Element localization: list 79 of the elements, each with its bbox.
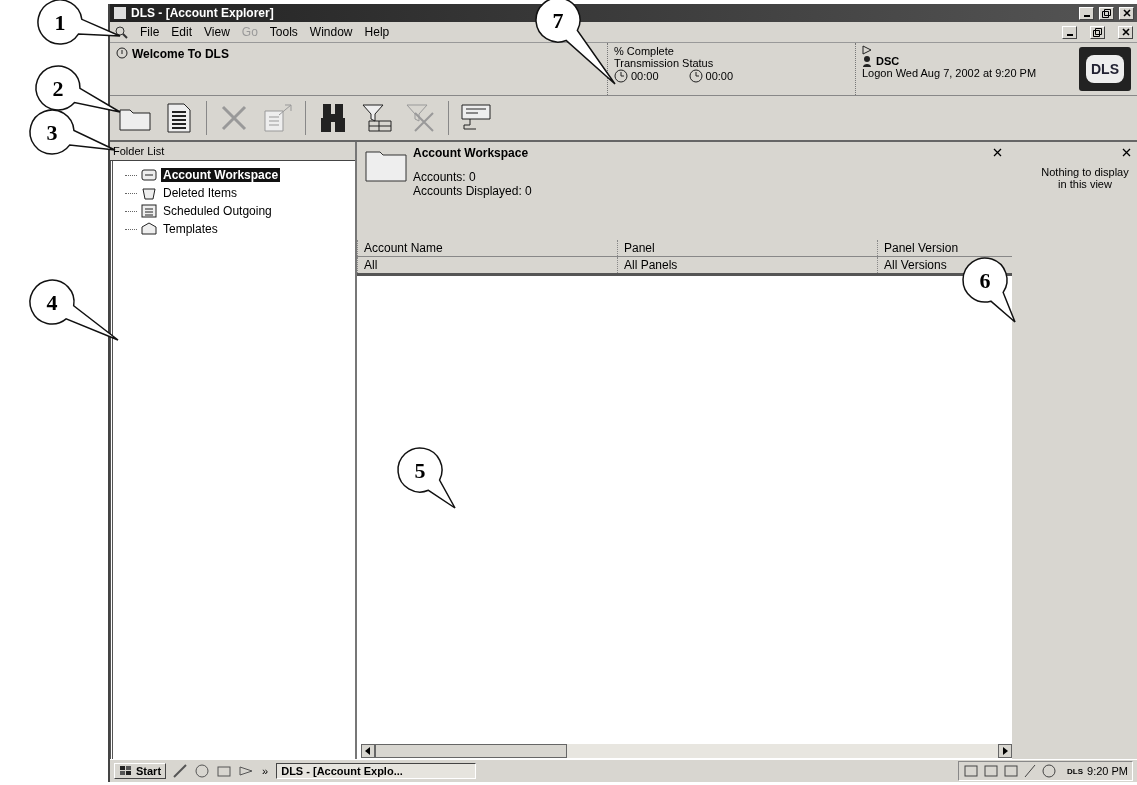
clock-icon — [688, 69, 703, 83]
play-icon — [862, 45, 872, 55]
restore-icon — [1102, 8, 1111, 18]
calendar-icon — [141, 204, 157, 218]
tray-icon — [141, 168, 157, 182]
close-icon — [1121, 28, 1130, 36]
percent-complete-label: % Complete — [614, 45, 675, 57]
arrow-icon[interactable] — [238, 763, 255, 779]
accounts-displayed: Accounts Displayed: 0 — [413, 184, 532, 198]
bin-icon — [141, 186, 157, 200]
timer-text: 00:00 — [705, 70, 734, 82]
more-button[interactable]: » — [260, 765, 271, 777]
logon-text: Logon Wed Aug 7, 2002 at 9:20 PM — [862, 67, 1038, 79]
filter-cell[interactable]: All — [357, 257, 617, 273]
tray-label: DLS — [1067, 766, 1084, 776]
restore-button[interactable] — [1090, 25, 1105, 39]
filter-cross-icon — [405, 103, 437, 133]
search-icon — [114, 25, 128, 39]
restore-button[interactable] — [1099, 6, 1114, 20]
user-name: DSC — [876, 55, 900, 67]
app-icon — [113, 6, 127, 20]
workspace-title: Account Workspace — [413, 146, 530, 160]
cross-icon — [220, 104, 248, 132]
clock-text: 9:20 PM — [1087, 765, 1128, 777]
tree-item[interactable]: Templates — [123, 221, 345, 237]
close-icon — [1122, 148, 1131, 157]
monitor-cable-icon — [460, 103, 492, 133]
callout-bubble: 1 — [37, 0, 121, 45]
callout-bubble: 2 — [35, 65, 121, 113]
info-icon — [116, 47, 128, 59]
callout-bubble: 4 — [29, 279, 119, 341]
minimize-button[interactable] — [1062, 25, 1077, 39]
tree-item[interactable]: Account Workspace — [123, 167, 345, 183]
close-icon — [1122, 9, 1131, 17]
tree-item[interactable]: Scheduled Outgoing — [123, 203, 345, 219]
empty-message: Nothing to display in this view — [1040, 166, 1130, 190]
scroll-left-button[interactable] — [361, 744, 375, 758]
restore-icon — [1093, 27, 1102, 37]
column-header[interactable]: Panel — [617, 240, 877, 256]
toolbar-button[interactable] — [360, 101, 394, 135]
callout-bubble: 6 — [962, 257, 1016, 323]
panel-title: Folder List — [113, 145, 165, 157]
taskbar-button[interactable]: DLS - [Account Explo... — [276, 763, 477, 779]
menu-item[interactable]: Tools — [269, 25, 298, 39]
minimize-button[interactable] — [1079, 6, 1094, 20]
filter-cell[interactable]: All Panels — [617, 257, 877, 273]
logo-text: DLS — [1086, 55, 1124, 83]
accounts-count: Accounts: 0 — [413, 170, 477, 184]
window-title: DLS - [Account Explorer] — [131, 6, 275, 20]
box-icon — [141, 222, 157, 236]
column-header[interactable]: Account Name — [357, 240, 617, 256]
menu-item[interactable]: Edit — [171, 25, 193, 39]
windows-logo-icon — [119, 765, 133, 777]
binoculars-icon — [319, 102, 347, 134]
welcome-text: Welcome To DLS — [132, 47, 229, 61]
right-arrow-icon — [1002, 747, 1008, 755]
left-arrow-icon — [365, 747, 371, 755]
menu-item[interactable]: Window — [309, 25, 353, 39]
menu-item[interactable]: View — [204, 25, 230, 39]
callout-bubble: 5 — [397, 447, 456, 509]
filter-table-icon — [361, 103, 393, 133]
menu-item[interactable]: Help — [364, 25, 390, 39]
start-button[interactable]: Start — [114, 763, 167, 779]
browser-icon[interactable] — [194, 763, 211, 779]
close-button[interactable] — [1119, 6, 1134, 20]
document-icon — [167, 103, 191, 133]
document-arrow-icon — [263, 103, 293, 133]
clock-icon — [614, 69, 628, 83]
timer-text: 00:00 — [631, 70, 659, 82]
transmission-status-label: Transmission Status — [614, 57, 715, 69]
tree-item[interactable]: Deleted Items — [123, 185, 345, 201]
user-icon — [862, 55, 872, 67]
close-button[interactable] — [1118, 25, 1133, 39]
scrollbar-thumb[interactable] — [375, 744, 567, 758]
scroll-right-button[interactable] — [998, 744, 1012, 758]
menu-item[interactable]: File — [140, 25, 160, 39]
column-header[interactable]: Panel Version — [877, 240, 1012, 256]
close-icon — [993, 148, 1002, 157]
quick-launch-icon[interactable] — [172, 763, 189, 779]
